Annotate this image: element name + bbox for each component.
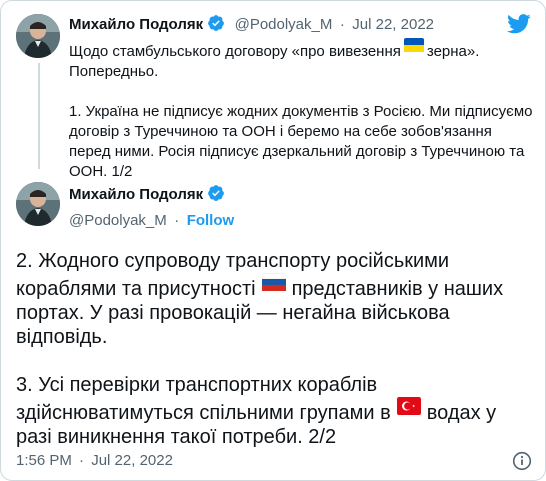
flag-turkey-icon bbox=[396, 397, 421, 421]
author-name[interactable]: Михайло Подоляк bbox=[69, 186, 203, 203]
thread-connector bbox=[38, 63, 40, 169]
embedded-tweet-card: Михайло Подоляк @Podolyak_M · Jul 22, 20… bbox=[0, 0, 546, 481]
tweet-text: здійснюватимуться спільними групами в bbox=[16, 402, 391, 424]
main-tweet-author: Михайло Подоляк bbox=[69, 184, 225, 204]
tweet-text: відповідь. bbox=[16, 326, 108, 348]
tweet-text: портах. У разі провокацій — негайна війс… bbox=[16, 302, 450, 324]
tweet-text: представників у наших bbox=[291, 278, 504, 300]
tweet-text: Щодо стамбульського договору «про вивезе… bbox=[69, 43, 401, 60]
avatar[interactable] bbox=[16, 182, 60, 226]
tweet-text: 2. Жодного супроводу транспорту російськ… bbox=[16, 250, 450, 272]
meta-separator: · bbox=[79, 452, 85, 469]
tweet-text: перед ними. Росія підписує дзеркальний д… bbox=[69, 143, 525, 160]
meta-separator: · bbox=[174, 212, 180, 229]
tweet-text: 3. Усі перевірки транспортних кораблів bbox=[16, 374, 378, 396]
author-handle[interactable]: @Podolyak_M bbox=[235, 16, 333, 33]
tweet-text: ООН. 1/2 bbox=[69, 163, 133, 180]
tweet-text: разі виникнення такої потреби. 2/2 bbox=[16, 426, 337, 448]
tweet-text: кораблями та присутності bbox=[16, 278, 256, 300]
tweet-date[interactable]: Jul 22, 2022 bbox=[352, 16, 434, 33]
info-icon[interactable] bbox=[512, 451, 532, 471]
tweet-timestamp[interactable]: 1:56 PM · Jul 22, 2022 bbox=[16, 451, 173, 471]
author-name[interactable]: Михайло Подоляк bbox=[69, 16, 203, 33]
quoted-tweet-header: Михайло Подоляк @Podolyak_M · Jul 22, 20… bbox=[69, 14, 434, 34]
avatar[interactable] bbox=[16, 14, 60, 58]
flag-russia-icon bbox=[261, 273, 286, 297]
twitter-bird-icon[interactable] bbox=[507, 14, 531, 34]
verified-badge-icon bbox=[208, 15, 225, 31]
tweet-date[interactable]: Jul 22, 2022 bbox=[91, 452, 173, 469]
tweet-text: 1. Україна не підписує жодних документів… bbox=[69, 103, 533, 120]
meta-separator: · bbox=[339, 16, 345, 33]
quoted-tweet-body: Щодо стамбульського договору «про вивезе… bbox=[69, 38, 533, 182]
author-handle[interactable]: @Podolyak_M bbox=[69, 212, 167, 229]
tweet-text: Попередньо. bbox=[69, 63, 159, 80]
tweet-text: договір з Туреччиною та ООН і беремо на … bbox=[69, 123, 492, 140]
main-tweet-body: 2. Жодного супроводу транспорту російськ… bbox=[16, 249, 531, 449]
tweet-time[interactable]: 1:56 PM bbox=[16, 452, 72, 469]
tweet-text: зерна». bbox=[426, 43, 480, 60]
follow-button[interactable]: Follow bbox=[187, 212, 235, 229]
tweet-text: водах у bbox=[426, 402, 497, 424]
verified-badge-icon bbox=[208, 185, 225, 201]
main-tweet-handle-row: @Podolyak_M · Follow bbox=[69, 211, 234, 231]
flag-ukraine-icon bbox=[403, 38, 424, 58]
